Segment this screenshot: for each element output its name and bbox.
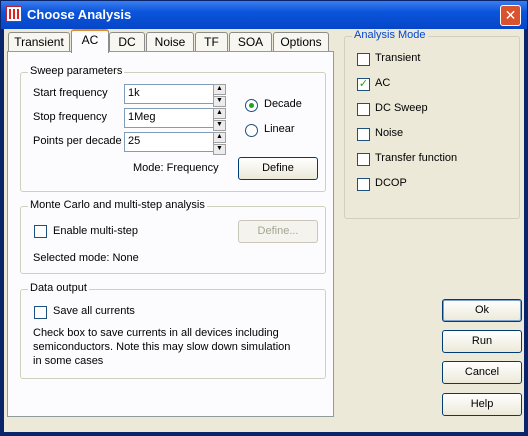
ac-tab-panel: Sweep parameters Start frequency 1k ▲ ▼ S…	[7, 51, 334, 417]
start-frequency-spinbox: 1k ▲ ▼	[124, 84, 227, 107]
stop-frequency-label: Stop frequency	[33, 111, 107, 123]
enable-multistep-checkbox[interactable]	[34, 225, 47, 238]
output-note-line2: semiconductors. Note this may slow down …	[33, 341, 291, 353]
start-frequency-label: Start frequency	[33, 87, 108, 99]
points-per-decade-label: Points per decade	[33, 135, 122, 147]
sweep-parameters-title: Sweep parameters	[28, 65, 125, 77]
data-output-title: Data output	[28, 282, 89, 294]
mode-dc-sweep-label: DC Sweep	[375, 102, 428, 114]
define-button[interactable]: Define	[238, 157, 318, 180]
spin-up-icon[interactable]: ▲	[213, 132, 226, 143]
tab-transient[interactable]: Transient	[8, 32, 70, 52]
close-button[interactable]: ✕	[500, 5, 521, 26]
mode-transient-label: Transient	[375, 52, 421, 64]
spin-up-icon[interactable]: ▲	[213, 108, 226, 119]
tab-soa[interactable]: SOA	[229, 32, 272, 52]
tab-ac[interactable]: AC	[71, 29, 109, 53]
mode-dcop-checkbox[interactable]	[357, 178, 370, 191]
output-note-line1: Check box to save currents in all device…	[33, 327, 279, 339]
points-per-decade-spinbox: 25 ▲ ▼	[124, 132, 227, 155]
mode-transient-checkbox[interactable]	[357, 53, 370, 66]
mode-noise-checkbox[interactable]	[357, 128, 370, 141]
dialog-client: Transient AC DC Noise TF SOA Options Swe…	[4, 29, 524, 432]
spin-down-icon[interactable]: ▼	[213, 144, 226, 155]
mode-text: Mode: Frequency	[133, 162, 219, 174]
enable-multistep-label: Enable multi-step	[53, 225, 138, 237]
tab-options[interactable]: Options	[273, 32, 329, 52]
cancel-button[interactable]: Cancel	[442, 361, 522, 384]
mode-transfer-function-label: Transfer function	[375, 152, 458, 164]
mode-dcop-label: DCOP	[375, 177, 407, 189]
points-per-decade-input[interactable]: 25	[124, 132, 214, 152]
title-bar[interactable]: Choose Analysis ✕	[1, 1, 527, 29]
mode-noise-label: Noise	[375, 127, 404, 139]
ok-button[interactable]: Ok	[442, 299, 522, 322]
window-title: Choose Analysis	[27, 7, 132, 22]
analysis-mode-group: Analysis Mode Transient ✓ AC DC Sweep No…	[344, 29, 520, 219]
analysis-mode-title: Analysis Mode	[352, 29, 428, 41]
mode-ac-label: AC	[375, 77, 391, 89]
spin-up-icon[interactable]: ▲	[213, 84, 226, 95]
app-icon	[6, 6, 22, 22]
selected-mode-text: Selected mode: None	[33, 252, 139, 264]
start-frequency-input[interactable]: 1k	[124, 84, 214, 104]
checkmark-icon: ✓	[358, 78, 369, 90]
multistep-define-button[interactable]: Define...	[238, 220, 318, 243]
save-all-currents-checkbox[interactable]	[34, 306, 47, 319]
stop-frequency-spinbox: 1Meg ▲ ▼	[124, 108, 227, 131]
mode-ac-checkbox[interactable]: ✓	[357, 78, 370, 91]
monte-carlo-title: Monte Carlo and multi-step analysis	[28, 199, 207, 211]
tab-dc[interactable]: DC	[109, 32, 145, 52]
spin-down-icon[interactable]: ▼	[213, 120, 226, 131]
close-icon: ✕	[504, 7, 517, 23]
run-button[interactable]: Run	[442, 330, 522, 353]
mode-dc-sweep-checkbox[interactable]	[357, 103, 370, 116]
spin-down-icon[interactable]: ▼	[213, 96, 226, 107]
stop-frequency-input[interactable]: 1Meg	[124, 108, 214, 128]
linear-radio[interactable]	[245, 124, 258, 137]
decade-radio[interactable]	[245, 99, 258, 112]
tab-tf[interactable]: TF	[195, 32, 228, 52]
data-output-group: Data output Save all currents Check box …	[20, 282, 326, 379]
choose-analysis-dialog: Choose Analysis ✕ Transient AC DC Noise …	[0, 0, 528, 436]
save-all-currents-label: Save all currents	[53, 305, 135, 317]
mode-transfer-function-checkbox[interactable]	[357, 153, 370, 166]
output-note-line3: in some cases	[33, 355, 104, 367]
decade-label: Decade	[264, 98, 302, 110]
sweep-parameters-group: Sweep parameters Start frequency 1k ▲ ▼ S…	[20, 65, 326, 192]
help-button[interactable]: Help	[442, 393, 522, 416]
tab-noise[interactable]: Noise	[146, 32, 194, 52]
linear-label: Linear	[264, 123, 295, 135]
monte-carlo-group: Monte Carlo and multi-step analysis Enab…	[20, 199, 326, 274]
